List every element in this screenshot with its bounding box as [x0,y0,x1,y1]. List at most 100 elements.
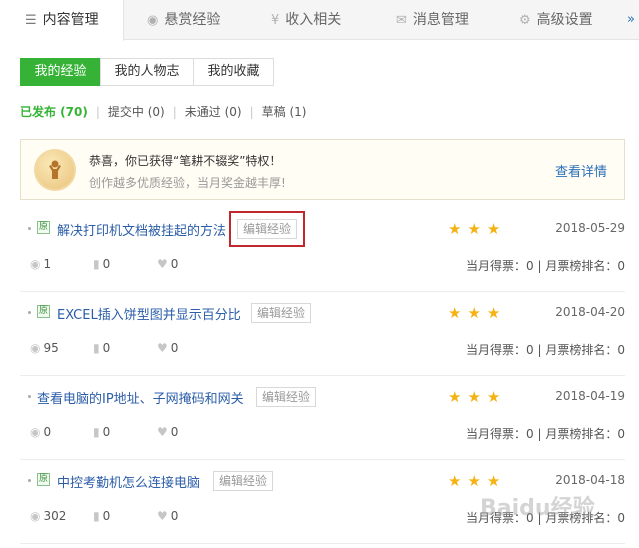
filter-submitting[interactable]: 提交中 (0) [108,103,165,121]
views-count: ◉ 95 [30,341,59,355]
person-cheer-icon [49,160,61,179]
baidu-watermark-logo: Baidu经验 [480,496,595,521]
divider: | [172,105,177,119]
tab-income[interactable]: ¥ 收入相关 [271,0,341,40]
likes-value: 0 [170,257,179,271]
likes-count: ♥ 0 [157,341,178,355]
votes-value: 0 [102,509,111,523]
tab-label: 内容管理 [42,12,99,28]
tab-label: 收入相关 [285,12,342,28]
tab-label: 悬赏经验 [164,12,221,28]
yen-icon: ¥ [271,13,280,28]
votes-count: ▮ 0 [93,425,110,439]
likes-count: ♥ 0 [157,425,178,439]
edit-experience-button[interactable]: 编辑经验 [256,387,317,407]
votes-value: 0 [102,341,111,355]
publish-date: 2018-04-18 [555,473,625,487]
original-badge-icon: 原 [37,305,50,318]
article-row: 查看电脑的IP地址、子网掩码和网关 编辑经验 ★★★ 2018-04-19 ◉ 0… [20,376,625,460]
publish-date: 2018-04-20 [555,305,625,319]
article-title-link[interactable]: 解决打印机文档被挂起的方法 [57,220,226,239]
article-title-link[interactable]: 查看电脑的IP地址、子网掩码和网关 [37,388,244,407]
votes-count: ▮ 0 [93,257,110,271]
original-badge-icon: 原 [37,473,50,486]
eye-icon: ◉ [30,425,41,439]
likes-count: ♥ 0 [157,509,178,523]
original-badge-icon: 原 [37,221,50,234]
banner-title: 恭喜，你已获得“笔耕不辍奖”特权！ [89,154,282,168]
tab-label: 高级设置 [536,12,593,28]
divider: | [95,105,100,119]
likes-value: 0 [170,509,179,523]
votes-count: ▮ 0 [93,509,110,523]
bar-chart-icon: ▮ [93,257,100,271]
star-rating: ★★★ [448,472,507,490]
bullet-icon [28,311,31,314]
status-filters: 已发布 (70) | 提交中 (0) | 未通过 (0) | 草稿 (1) [20,103,306,121]
bullet-icon [28,479,31,482]
publish-date: 2018-05-29 [555,221,625,235]
list-icon: ☰ [25,13,37,28]
heart-icon: ♥ [157,257,168,271]
votes-value: 0 [102,257,111,271]
monthly-votes: 当月得票：0 | 月票榜排名：0 [466,259,625,273]
views-value: 0 [43,425,52,439]
likes-value: 0 [170,425,179,439]
article-row: 原 EXCEL插入饼型图并显示百分比 编辑经验 ★★★ 2018-04-20 ◉… [20,292,625,376]
coin-icon: ◉ [147,13,159,28]
views-count: ◉ 302 [30,509,66,523]
article-title-link[interactable]: 中控考勤机怎么连接电脑 [57,472,200,491]
filter-rejected[interactable]: 未通过 (0) [185,103,242,121]
award-medal-icon [34,149,76,191]
article-row: 原 解决打印机文档被挂起的方法 编辑经验 ★★★ 2018-05-29 ◉ 1 ▮… [20,208,625,292]
banner-subtitle: 创作越多优质经验，当月奖金越丰厚! [89,176,286,190]
likes-count: ♥ 0 [157,257,178,271]
publish-date: 2018-04-19 [555,389,625,403]
award-banner: 恭喜，你已获得“笔耕不辍奖”特权！ 创作越多优质经验，当月奖金越丰厚! 查看详情 [20,139,625,200]
tab-label: 消息管理 [412,12,469,28]
subtab-my-profile[interactable]: 我的人物志 [100,58,194,86]
eye-icon: ◉ [30,341,41,355]
bar-chart-icon: ▮ [93,341,100,355]
edit-experience-button[interactable]: 编辑经验 [228,211,306,247]
tab-messages[interactable]: ✉ 消息管理 [396,0,469,40]
heart-icon: ♥ [157,341,168,355]
divider: | [249,105,254,119]
monthly-votes: 当月得票：0 | 月票榜排名：0 [466,343,625,357]
heart-icon: ♥ [157,425,168,439]
views-count: ◉ 1 [30,257,51,271]
views-value: 1 [43,257,52,271]
filter-drafts[interactable]: 草稿 (1) [262,103,307,121]
view-details-link[interactable]: 查看详情 [555,161,607,180]
tab-content-management[interactable]: ☰ 内容管理 [0,0,124,41]
heart-icon: ♥ [157,509,168,523]
likes-value: 0 [170,341,179,355]
star-rating: ★★★ [448,220,507,238]
views-value: 302 [43,509,67,523]
votes-count: ▮ 0 [93,341,110,355]
gear-icon: ⚙ [519,13,531,28]
subtab-my-favorites[interactable]: 我的收藏 [193,58,274,86]
eye-icon: ◉ [30,257,41,271]
top-tab-bar: ☰ 内容管理 ◉ 悬赏经验 ¥ 收入相关 ✉ 消息管理 ⚙ 高级设置 » [0,0,639,41]
star-rating: ★★★ [448,388,507,406]
bar-chart-icon: ▮ [93,509,100,523]
star-rating: ★★★ [448,304,507,322]
monthly-votes: 当月得票：0 | 月票榜排名：0 [466,427,625,441]
views-value: 95 [43,341,59,355]
subtab-my-experience[interactable]: 我的经验 [20,58,101,86]
edit-experience-button[interactable]: 编辑经验 [213,471,274,491]
mail-icon: ✉ [396,13,407,28]
edit-experience-button[interactable]: 编辑经验 [251,303,312,323]
eye-icon: ◉ [30,509,41,523]
bullet-icon [28,395,31,398]
bar-chart-icon: ▮ [93,425,100,439]
votes-value: 0 [102,425,111,439]
article-title-link[interactable]: EXCEL插入饼型图并显示百分比 [57,304,241,323]
bullet-icon [28,227,31,230]
tab-bounty-experience[interactable]: ◉ 悬赏经验 [147,0,220,40]
more-tabs-button[interactable]: » [627,0,635,40]
filter-published[interactable]: 已发布 (70) [20,103,88,121]
views-count: ◉ 0 [30,425,51,439]
tab-advanced-settings[interactable]: ⚙ 高级设置 [519,0,593,40]
